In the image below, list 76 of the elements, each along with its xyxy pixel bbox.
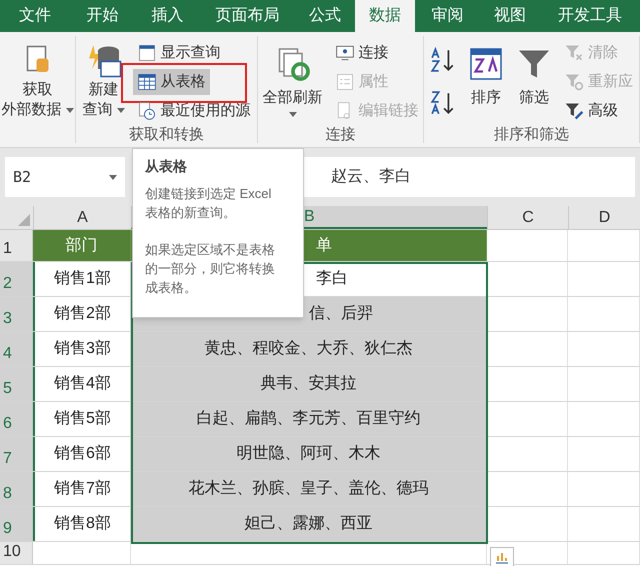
ribbon-button[interactable]: 从表格	[132, 69, 210, 95]
caret-icon	[116, 108, 124, 112]
clear-filter-icon	[564, 43, 584, 63]
button-label: 排序	[471, 88, 501, 108]
group-label: 连接	[324, 125, 356, 145]
monitor-icon	[334, 43, 354, 63]
group-label: 获取和转换	[128, 125, 205, 145]
quick-analysis-button[interactable]	[490, 547, 514, 566]
sort-ascending-icon	[430, 47, 456, 73]
column-header[interactable]: C	[487, 206, 568, 229]
ribbon-button[interactable]: 获取 外部数据	[0, 36, 78, 120]
ribbon-button[interactable]: 全部刷新	[258, 36, 326, 117]
row-header[interactable]: 5	[0, 367, 33, 401]
ribbon-tab[interactable]: 开始	[70, 0, 135, 32]
column-header[interactable]: D	[568, 206, 640, 229]
row-header[interactable]: 1	[0, 230, 33, 261]
row-header[interactable]: 8	[0, 472, 33, 506]
button-label: 外部数据	[2, 100, 62, 120]
table-cell: 典韦、安其拉	[131, 367, 487, 401]
table-cell: 销售4部	[33, 367, 131, 401]
ribbon-tab[interactable]: 审阅	[415, 0, 480, 32]
caret-icon	[66, 108, 74, 112]
ribbon-tab[interactable]: 视图	[480, 0, 540, 32]
button-label: 查询	[82, 100, 112, 120]
row-header[interactable]: 2	[0, 262, 33, 296]
clock-icon	[136, 101, 156, 121]
table-cell: 销售1部	[33, 262, 131, 296]
advanced-filter-icon	[564, 101, 584, 121]
tooltip-title: 从表格	[145, 157, 188, 176]
table-cell: 销售8部	[33, 507, 131, 541]
table-cell: 销售7部	[33, 472, 131, 506]
panel-icon	[136, 43, 156, 63]
ribbon-tab[interactable]: 数据	[355, 0, 415, 32]
table-cell: 销售6部	[33, 437, 131, 471]
row-header[interactable]: 10	[0, 542, 33, 564]
reapply-filter-icon	[564, 72, 584, 92]
caret-icon	[288, 112, 296, 117]
table-icon	[136, 72, 156, 92]
row-header[interactable]: 6	[0, 402, 33, 436]
chart-icon	[495, 550, 509, 564]
table-cell: 销售5部	[33, 402, 131, 436]
table-cell: 白起、扁鹊、李元芳、百里守约	[131, 402, 487, 436]
button-label: 筛选	[519, 88, 549, 108]
select-all-icon	[18, 214, 30, 226]
ribbon-button[interactable]: 筛选	[512, 36, 556, 108]
row-header[interactable]: 4	[0, 332, 33, 366]
sort-descending-icon	[430, 90, 456, 116]
row-header[interactable]: 9	[0, 507, 33, 541]
name-box[interactable]: B2	[5, 157, 125, 197]
button-label: 获取	[22, 80, 52, 100]
list-icon	[334, 72, 354, 92]
ribbon-tab[interactable]: 页面布局	[200, 0, 295, 32]
group-label: 排序和筛选	[493, 125, 570, 145]
table-cell: 花木兰、孙膑、皇子、盖伦、德玛	[131, 472, 487, 506]
ribbon-button[interactable]: 高级	[560, 98, 622, 124]
ribbon-tab[interactable]: 文件	[0, 0, 70, 32]
table-cell: 销售3部	[33, 332, 131, 366]
caret-icon	[109, 174, 117, 180]
ribbon-button[interactable]: 连接	[330, 40, 392, 66]
ribbon-tab[interactable]: 公式	[295, 0, 355, 32]
table-cell: 妲己、露娜、西亚	[131, 507, 487, 541]
ribbon-tab[interactable]: 开发工具	[540, 0, 640, 32]
row-header[interactable]: 3	[0, 297, 33, 331]
ribbon-tab[interactable]: 插入	[135, 0, 200, 32]
ribbon-button[interactable]: 排序	[464, 36, 508, 108]
button-label: 新建	[88, 80, 118, 100]
ribbon-button[interactable]: 显示查询	[132, 40, 224, 66]
button-label: 全部刷新	[262, 88, 322, 108]
table-cell: 部门	[33, 230, 131, 261]
table-cell: 销售2部	[33, 297, 131, 331]
table-cell: 明世隐、阿珂、木木	[131, 437, 487, 471]
table-cell: 黄忠、程咬金、大乔、狄仁杰	[131, 332, 487, 366]
ribbon-button[interactable]: 新建 查询	[78, 36, 128, 120]
ribbon-button[interactable]: 最近使用的源	[132, 98, 254, 124]
sort-box-icon	[468, 46, 504, 82]
row-header[interactable]: 7	[0, 437, 33, 471]
